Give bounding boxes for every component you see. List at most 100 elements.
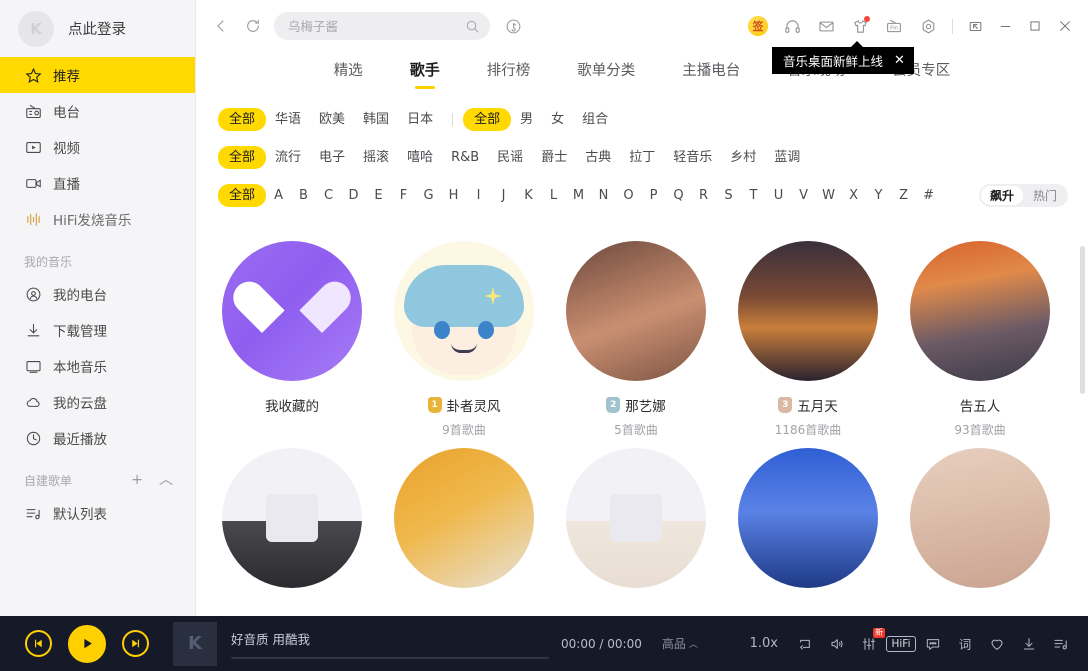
filter-alpha-r[interactable]: R [691,189,716,202]
heart-icon[interactable] [982,629,1012,659]
sidebar-item-recent[interactable]: 最近播放 [0,420,195,456]
collapse-playlists-icon[interactable]: ︿ [159,473,173,487]
filter-genre-folk[interactable]: 民谣 [488,147,532,168]
sidebar-item-video[interactable]: 视频 [0,129,195,165]
filter-alpha-s[interactable]: S [716,189,741,202]
filter-genre-light-music[interactable]: 轻音乐 [664,147,721,168]
filter-region-chinese[interactable]: 华语 [266,109,310,130]
filter-gender-all[interactable]: 全部 [463,107,512,131]
artist-card[interactable] [550,448,722,588]
sort-option-hot[interactable]: 热门 [1024,186,1066,205]
lyrics-button[interactable]: 词 [950,629,980,659]
artist-card[interactable]: 3 五月天 1186首歌曲 [722,241,894,438]
sidebar-item-hifi[interactable]: HiFi发烧音乐 [0,201,195,237]
filter-alpha-v[interactable]: V [791,189,816,202]
filter-region-korean[interactable]: 韩国 [354,109,398,130]
volume-icon[interactable] [822,629,852,659]
mini-mode-icon[interactable] [960,11,990,41]
filter-alpha-i[interactable]: I [466,189,491,202]
album-cover-icon[interactable]: K [173,621,217,666]
vertical-scrollbar[interactable] [1080,246,1085,394]
back-button[interactable] [208,13,234,39]
filter-gender-female[interactable]: 女 [542,109,573,130]
mail-icon[interactable] [809,9,843,43]
filter-alpha-f[interactable]: F [391,189,416,202]
filter-alpha-h[interactable]: H [441,189,466,202]
search-icon[interactable] [465,19,480,34]
search-input[interactable] [288,18,465,34]
filter-alpha-hash[interactable]: # [916,189,941,202]
filter-alpha-m[interactable]: M [566,189,591,202]
download-icon[interactable] [1014,629,1044,659]
filter-genre-country[interactable]: 乡村 [721,147,765,168]
comment-icon[interactable] [918,629,948,659]
filter-alpha-j[interactable]: J [491,189,516,202]
settings-icon[interactable] [911,9,945,43]
filter-alpha-d[interactable]: D [341,189,366,202]
sidebar-item-downloads[interactable]: 下载管理 [0,312,195,348]
sidebar-item-default-playlist[interactable]: 默认列表 [0,495,195,531]
artist-card[interactable]: 告五人 93首歌曲 [894,241,1066,438]
sort-option-rising[interactable]: 飙升 [980,185,1023,205]
filter-alpha-g[interactable]: G [416,189,441,202]
filter-genre-electronic[interactable]: 电子 [310,147,354,168]
filter-alpha-t[interactable]: T [741,189,766,202]
equalizer-icon[interactable]: 新 [854,627,885,659]
fm-icon[interactable]: Fm [877,9,911,43]
hifi-button[interactable]: HiFi [886,629,916,659]
filter-alpha-a[interactable]: A [266,189,291,202]
maximize-icon[interactable] [1020,11,1050,41]
filter-genre-blues[interactable]: 蓝调 [765,147,809,168]
previous-button[interactable] [25,630,52,657]
filter-alpha-w[interactable]: W [816,189,841,202]
filter-region-western[interactable]: 欧美 [310,109,354,130]
filter-gender-male[interactable]: 男 [511,109,542,130]
tooltip-close-icon[interactable]: ✕ [894,53,905,68]
filter-genre-classical[interactable]: 古典 [576,147,620,168]
filter-genre-rnb[interactable]: R&B [442,147,488,168]
tab-host-radio[interactable]: 主播电台 [682,59,740,89]
headphones-icon[interactable] [775,9,809,43]
filter-alpha-u[interactable]: U [766,189,791,202]
filter-gender-group[interactable]: 组合 [573,109,617,130]
progress-bar[interactable] [231,656,549,659]
playback-speed-button[interactable]: 1.0x [740,636,788,651]
artist-card[interactable]: 1 卦者灵风 9首歌曲 [378,241,550,438]
refresh-button[interactable] [240,13,266,39]
filter-alpha-all[interactable]: 全部 [218,183,267,207]
filter-region-all[interactable]: 全部 [218,107,267,131]
filter-alpha-k[interactable]: K [516,189,541,202]
filter-genre-rock[interactable]: 摇滚 [354,147,398,168]
playlist-icon[interactable] [1046,629,1076,659]
filter-region-japanese[interactable]: 日本 [398,109,442,130]
artist-card[interactable] [722,448,894,588]
filter-alpha-e[interactable]: E [366,189,391,202]
search-box[interactable] [274,12,490,40]
filter-alpha-b[interactable]: B [291,189,316,202]
filter-alpha-o[interactable]: O [616,189,641,202]
artist-card[interactable] [894,448,1066,588]
sign-in-button[interactable]: 签 [741,9,775,43]
music-disc-icon[interactable] [500,13,526,39]
close-icon[interactable] [1050,11,1080,41]
sidebar-item-local-music[interactable]: 本地音乐 [0,348,195,384]
filter-alpha-p[interactable]: P [641,189,666,202]
sidebar-item-live[interactable]: 直播 [0,165,195,201]
sidebar-item-radio[interactable]: 电台 [0,93,195,129]
login-row[interactable]: K 点此登录 [0,0,195,57]
quality-selector[interactable]: 高品 ︿ [662,635,698,652]
tab-charts[interactable]: 排行榜 [487,59,531,89]
artist-card[interactable] [206,448,378,588]
filter-alpha-l[interactable]: L [541,189,566,202]
filter-alpha-c[interactable]: C [316,189,341,202]
filter-alpha-z[interactable]: Z [891,189,916,202]
filter-alpha-y[interactable]: Y [866,189,891,202]
repeat-icon[interactable] [790,629,820,659]
play-button[interactable] [68,624,106,663]
tab-featured[interactable]: 精选 [334,59,363,89]
sidebar-item-recommend[interactable]: 推荐 [0,57,195,93]
artist-card[interactable]: 2 那艺娜 5首歌曲 [550,241,722,438]
add-playlist-button[interactable]: + [131,473,143,487]
tab-playlist-categories[interactable]: 歌单分类 [577,59,635,89]
filter-alpha-n[interactable]: N [591,189,616,202]
